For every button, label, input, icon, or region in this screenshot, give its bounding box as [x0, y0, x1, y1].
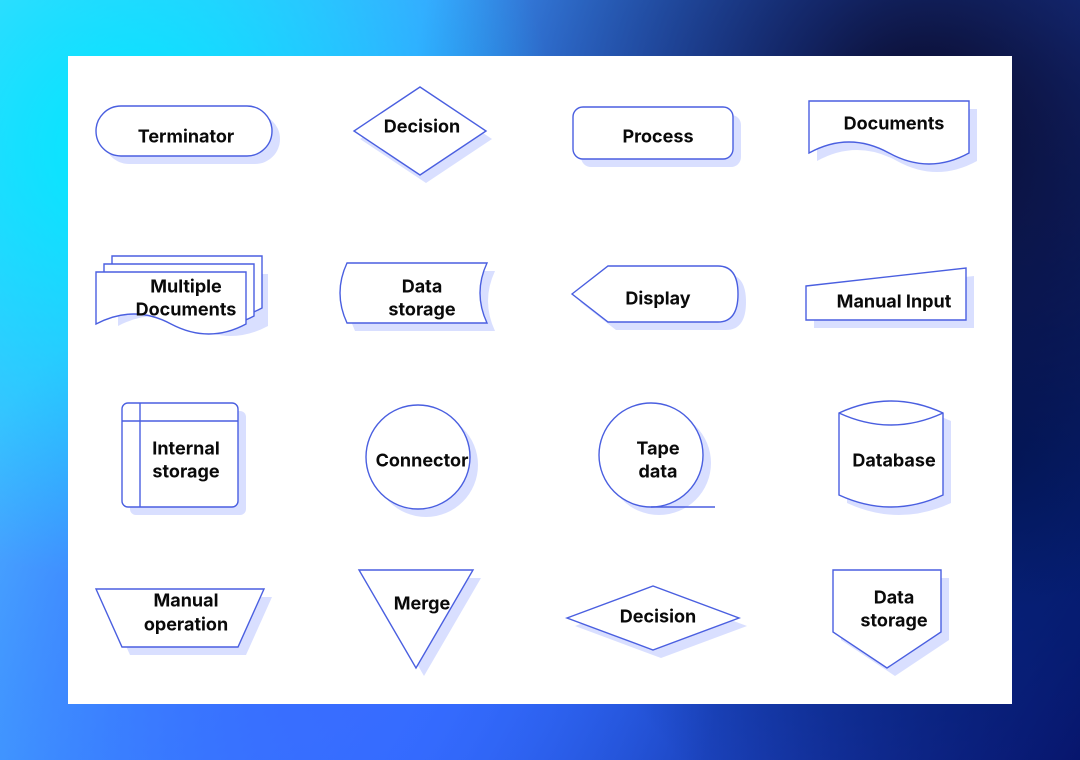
shape-decision-flat[interactable]: Decision — [540, 542, 776, 704]
shapes-grid: Terminator Decision Pr — [68, 56, 1012, 704]
shape-process[interactable]: Process — [540, 56, 776, 218]
shape-data-storage[interactable]: Data storage — [304, 218, 540, 380]
shape-decision[interactable]: Decision — [304, 56, 540, 218]
shape-internal-storage[interactable]: Internal storage — [68, 380, 304, 542]
shape-terminator[interactable]: Terminator — [68, 56, 304, 218]
shape-data-storage-arrow[interactable]: Data storage — [776, 542, 1012, 704]
shape-manual-operation[interactable]: Manual operation — [68, 542, 304, 704]
shape-manual-input[interactable]: Manual Input — [776, 218, 1012, 380]
shape-display[interactable]: Display — [540, 218, 776, 380]
shape-connector[interactable]: Connector — [304, 380, 540, 542]
shape-database[interactable]: Database — [776, 380, 1012, 542]
shape-multiple-documents[interactable]: Multiple Documents — [68, 218, 304, 380]
canvas-card: Terminator Decision Pr — [68, 56, 1012, 704]
shape-merge[interactable]: Merge — [304, 542, 540, 704]
shape-documents[interactable]: Documents — [776, 56, 1012, 218]
background: Terminator Decision Pr — [0, 0, 1080, 760]
shape-tape-data[interactable]: Tape data — [540, 380, 776, 542]
